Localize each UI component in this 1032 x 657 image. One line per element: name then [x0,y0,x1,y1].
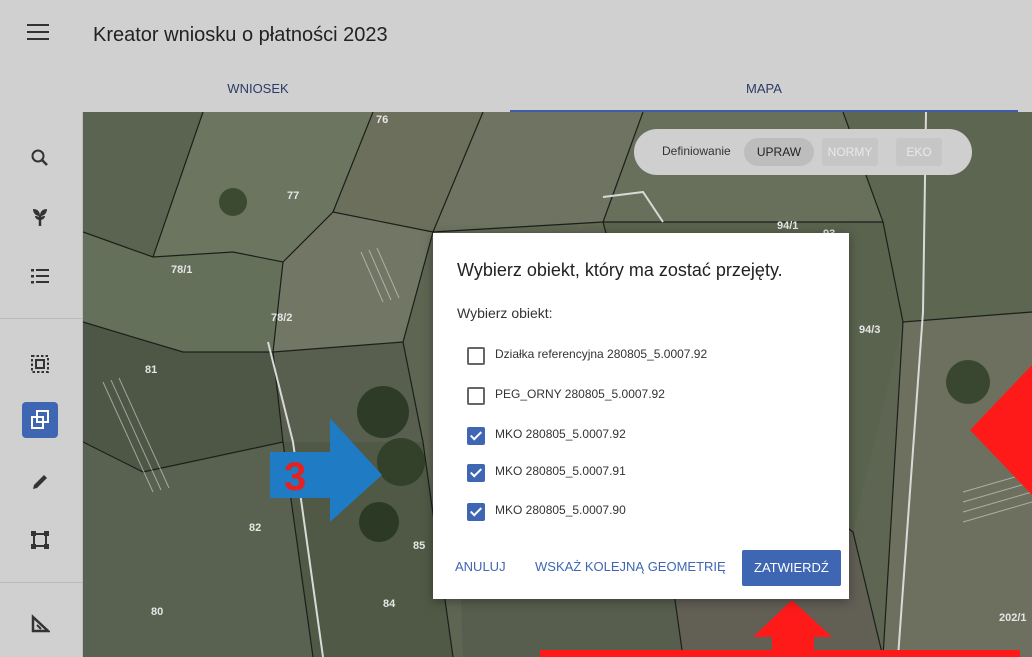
checkbox-checked[interactable] [467,464,485,482]
app-root: Kreator wniosku o płatności 2023 WNIOSEK… [0,0,1032,657]
option-label: MKO 280805_5.0007.90 [495,503,626,517]
option-label: Działka referencyjna 280805_5.0007.92 [495,347,708,361]
red-arrow-up [753,600,832,657]
checkbox[interactable] [467,347,485,365]
option-label: MKO 280805_5.0007.91 [495,464,626,478]
confirm-button[interactable]: ZATWIERDŹ [742,550,841,586]
cancel-button[interactable]: ANULUJ [455,549,506,585]
option-label: PEG_ORNY 280805_5.0007.92 [495,387,665,401]
red-line [540,650,1020,657]
next-geometry-button[interactable]: WSKAŻ KOLEJNĄ GEOMETRIĘ [535,549,726,585]
step-number: 3 [284,455,307,499]
checkbox-checked[interactable] [467,503,485,521]
dialog-subtitle: Wybierz obiekt: [457,305,553,321]
checkbox[interactable] [467,387,485,405]
option-label: MKO 280805_5.0007.92 [495,427,626,441]
red-arrow-right [970,365,1032,495]
dialog-title: Wybierz obiekt, który ma zostać przejęty… [457,260,783,280]
select-object-dialog: Wybierz obiekt, który ma zostać przejęty… [433,233,849,599]
checkbox-checked[interactable] [467,427,485,445]
